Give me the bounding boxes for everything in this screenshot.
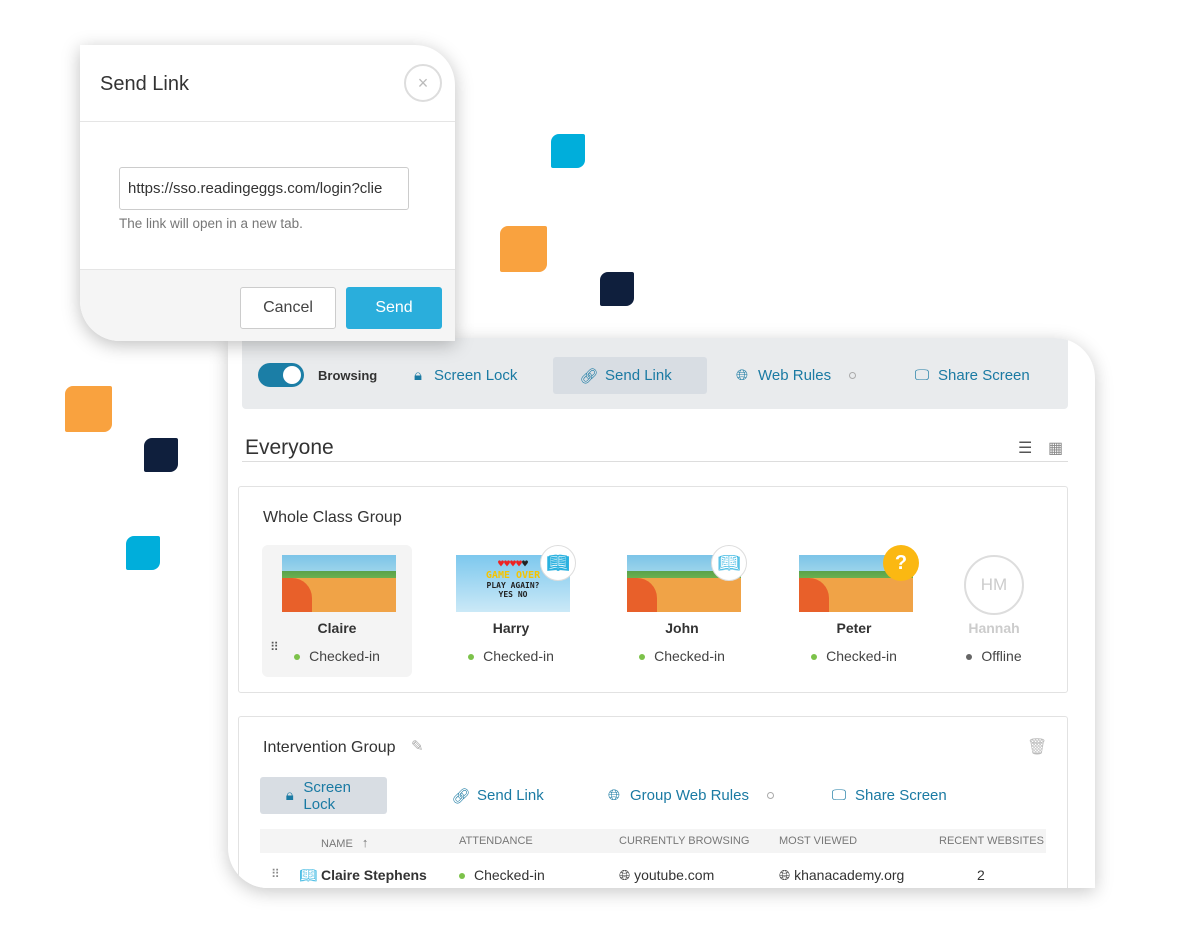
- student-name: Claire Stephens: [321, 867, 427, 883]
- browsing-toggle[interactable]: [258, 363, 304, 387]
- list-view-icon[interactable]: ☰: [1018, 438, 1032, 458]
- decor-square: [126, 536, 160, 570]
- decor-square: [551, 134, 585, 168]
- student-status: Offline: [919, 648, 1069, 664]
- column-browsing[interactable]: CURRENTLY BROWSING: [619, 835, 749, 847]
- student-status: Checked-in: [436, 648, 586, 664]
- decor-square: [144, 438, 178, 472]
- column-name[interactable]: NAME ↑: [321, 835, 368, 850]
- column-most-viewed[interactable]: MOST VIEWED: [779, 835, 857, 847]
- class-toolbar: Browsing 🔒︎ Screen Lock 🔗︎ Send Link 🌐︎ Web…: [242, 338, 1068, 409]
- globe-icon: 🌐︎: [619, 867, 631, 883]
- group-send-link-button[interactable]: 🔗︎ Send Link: [451, 777, 543, 814]
- student-card-harry[interactable]: ♥♥♥♥♥ GAME OVER PLAY AGAIN? YES NO 📖︎ Harry…: [436, 545, 586, 677]
- screen-thumbnail: ?: [799, 545, 919, 612]
- decor-square: [500, 226, 547, 272]
- student-name: Hannah: [968, 620, 1020, 636]
- monitor-icon: 🖵: [831, 787, 847, 804]
- book-icon: 📖︎: [299, 867, 317, 883]
- student-card-peter[interactable]: ? Peter Checked-in: [779, 545, 929, 677]
- trash-icon[interactable]: 🗑︎: [1027, 737, 1047, 757]
- cancel-button[interactable]: Cancel: [240, 287, 336, 329]
- group-screen-lock-button[interactable]: 🔒︎ Screen Lock: [260, 777, 387, 814]
- screen-thumbnail: ♥♥♥♥♥ GAME OVER PLAY AGAIN? YES NO 📖︎: [456, 545, 576, 612]
- url-input[interactable]: [119, 167, 409, 210]
- web-rules-button[interactable]: 🌐︎ Web Rules: [734, 357, 857, 394]
- group-title: Whole Class Group: [263, 509, 402, 526]
- send-link-button[interactable]: 🔗︎ Send Link: [553, 357, 707, 394]
- group-share-screen-button[interactable]: 🖵 Share Screen: [831, 777, 947, 814]
- globe-icon: 🌐︎: [735, 367, 748, 384]
- share-screen-label: Share Screen: [938, 367, 1030, 384]
- send-link-label: Send Link: [605, 367, 672, 384]
- column-attendance[interactable]: ATTENDANCE: [459, 835, 533, 847]
- decor-square: [65, 386, 112, 432]
- close-icon[interactable]: ×: [404, 64, 442, 102]
- status-dot: [849, 372, 857, 379]
- lock-icon: 🔒︎: [414, 367, 422, 384]
- globe-icon: 🌐︎: [779, 867, 791, 883]
- dialog-footer: Cancel Send: [80, 269, 455, 341]
- student-status: Checked-in: [607, 648, 757, 664]
- class-panel: Browsing 🔒︎ Screen Lock 🔗︎ Send Link 🌐︎ Web…: [228, 338, 1095, 888]
- student-status: Checked-in: [262, 648, 412, 664]
- book-icon: 📖︎: [711, 545, 747, 581]
- edit-icon[interactable]: ✎: [411, 737, 424, 755]
- student-card-hannah[interactable]: HM Hannah Offline: [919, 545, 1069, 677]
- web-rules-label: Web Rules: [758, 367, 832, 384]
- student-card-claire[interactable]: Claire ⠿ Checked-in: [262, 545, 412, 677]
- divider: [242, 461, 1068, 462]
- student-status: Checked-in: [779, 648, 929, 664]
- whole-class-group: Whole Class Group Claire ⠿ Checked-in ♥♥…: [238, 486, 1068, 693]
- book-icon: 📖︎: [540, 545, 576, 581]
- browsing-label: Browsing: [318, 368, 378, 383]
- divider: [80, 121, 455, 122]
- avatar: HM: [964, 555, 1024, 615]
- screen-lock-button[interactable]: 🔒︎ Screen Lock: [410, 357, 517, 394]
- drag-handle-icon[interactable]: ⠿: [271, 867, 280, 881]
- question-icon: ?: [883, 545, 919, 581]
- intervention-group: Intervention Group ✎ 🗑︎ 🔒︎ Screen Lock 🔗︎…: [238, 716, 1068, 888]
- most-viewed[interactable]: 🌐︎ khanacademy.org: [779, 867, 904, 884]
- screen-thumbnail: 📖︎: [627, 545, 747, 612]
- status-dot: [294, 654, 301, 661]
- send-link-dialog: Send Link × The link will open in a new …: [80, 45, 455, 341]
- screen-lock-label: Screen Lock: [434, 367, 518, 384]
- student-name: Harry: [492, 620, 530, 636]
- hint-text: The link will open in a new tab.: [119, 216, 303, 231]
- group-web-rules-button[interactable]: 🌐︎ Group Web Rules: [606, 777, 774, 814]
- lock-icon: 🔒︎: [285, 787, 294, 804]
- student-card-john[interactable]: 📖︎ John Checked-in: [607, 545, 757, 677]
- currently-browsing[interactable]: 🌐︎ youtube.com: [619, 867, 714, 884]
- dialog-title: Send Link: [100, 73, 189, 95]
- send-button[interactable]: Send: [346, 287, 442, 329]
- sort-arrow-up-icon: ↑: [361, 835, 369, 850]
- grid-view-icon[interactable]: ▦: [1048, 438, 1063, 458]
- globe-icon: 🌐︎: [607, 787, 620, 804]
- link-icon: 🔗︎: [451, 787, 471, 805]
- recent-websites-count: 2: [977, 867, 985, 883]
- decor-square: [600, 272, 634, 306]
- screen-thumbnail: [282, 555, 396, 612]
- column-recent[interactable]: RECENT WEBSITES: [939, 835, 1044, 847]
- share-screen-button[interactable]: 🖵 Share Screen: [914, 357, 1030, 394]
- student-name: John: [665, 620, 699, 636]
- monitor-icon: 🖵: [914, 367, 930, 384]
- student-name: Peter: [836, 620, 872, 636]
- page-title: Everyone: [245, 436, 334, 459]
- student-name: Claire: [317, 620, 357, 636]
- attendance: Checked-in: [459, 867, 545, 883]
- group-title: Intervention Group: [263, 739, 396, 756]
- link-icon: 🔗︎: [579, 367, 599, 385]
